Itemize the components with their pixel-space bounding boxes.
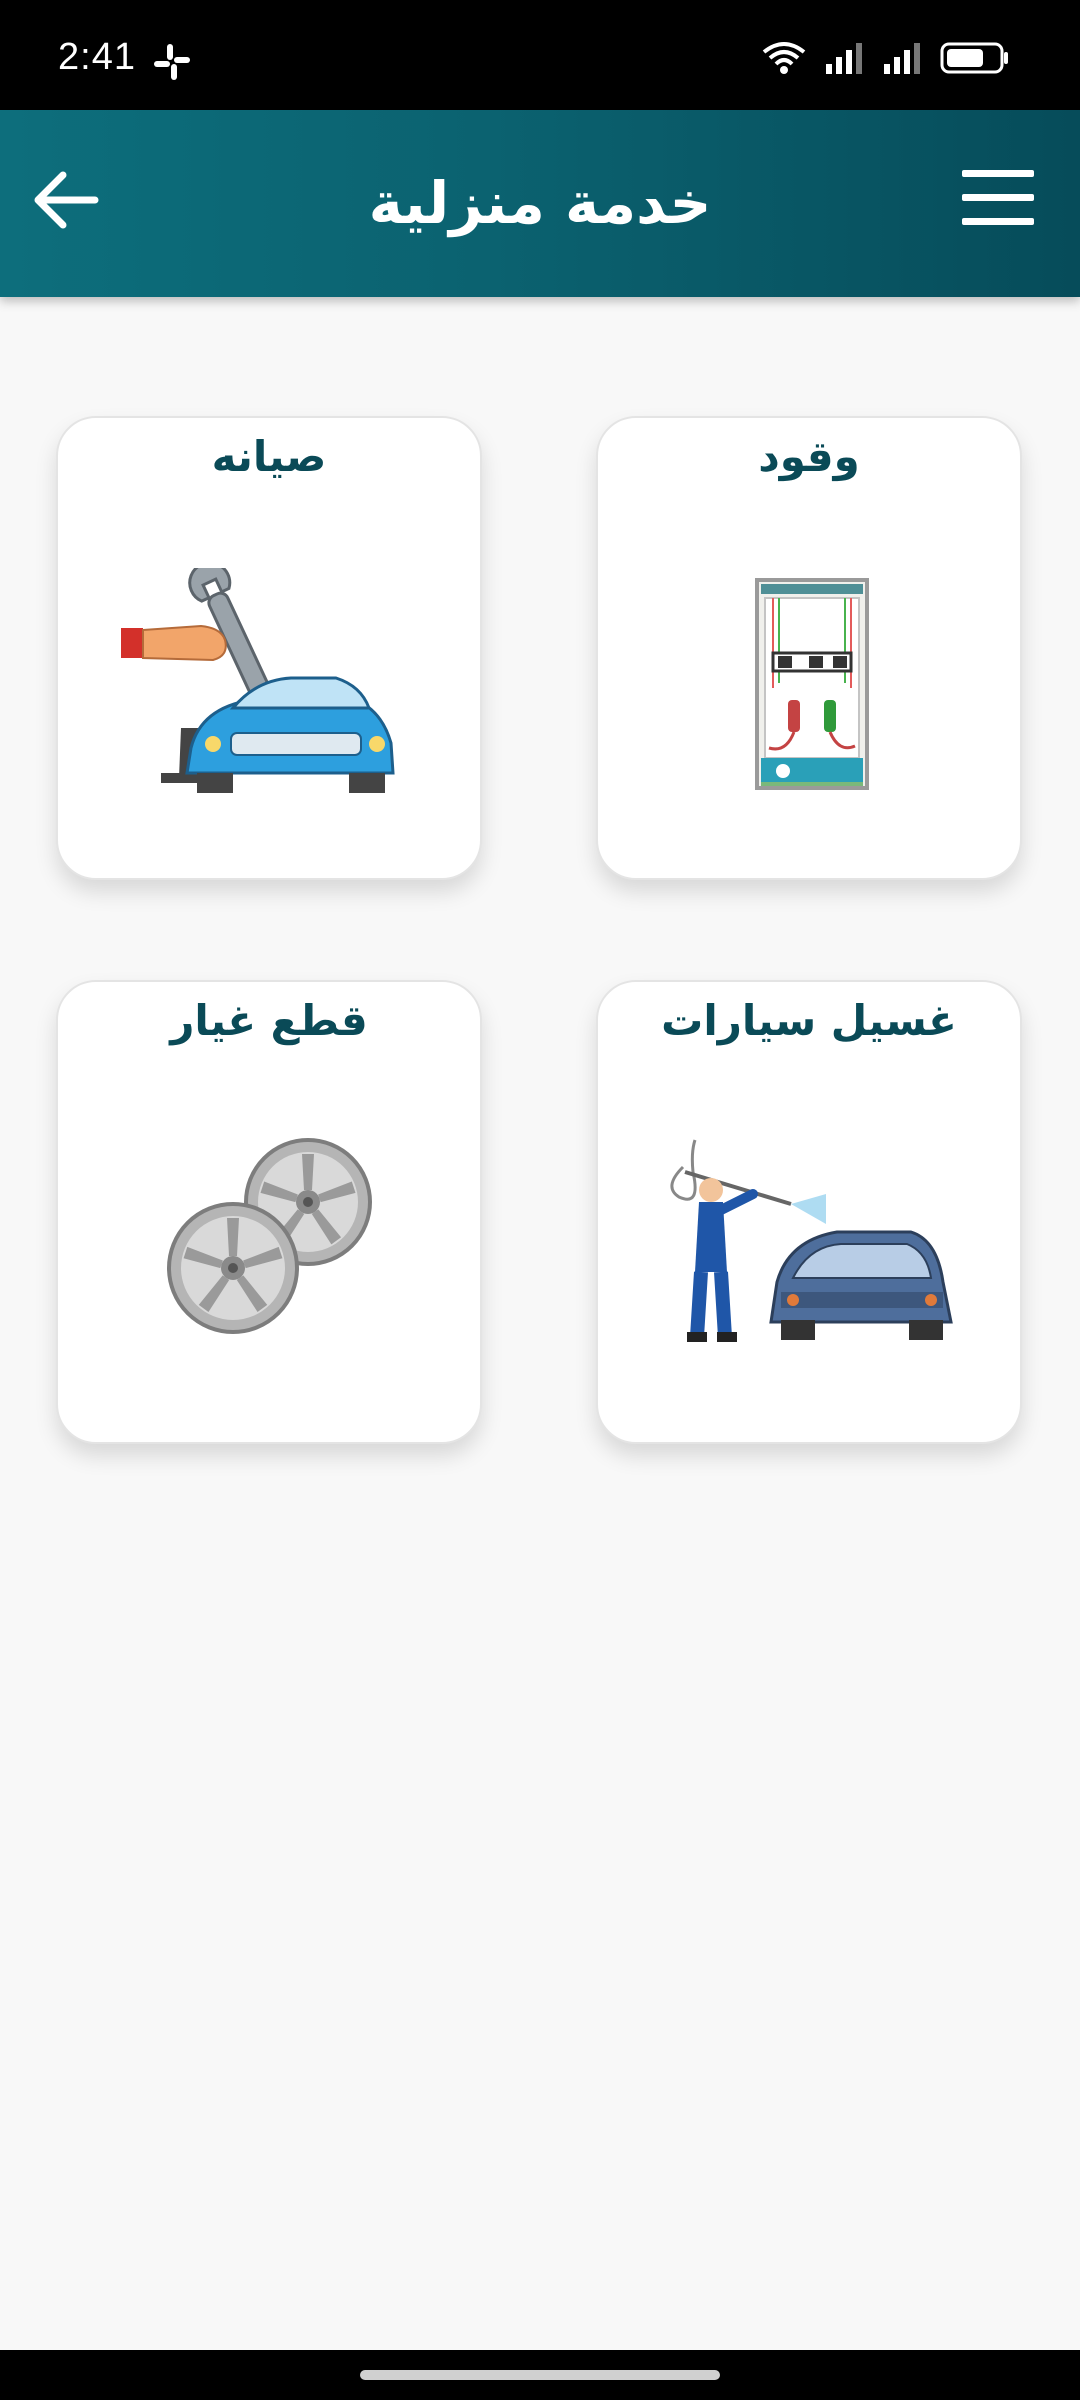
status-time: 2:41: [58, 36, 136, 78]
wheel-rims-icon: [167, 1138, 372, 1334]
card-title: صيانه: [211, 432, 327, 481]
card-title: غسيل سيارات: [661, 996, 957, 1045]
card-title: وقود: [758, 432, 860, 481]
fuel-pump-icon: [755, 578, 869, 790]
wifi-icon: [762, 42, 806, 74]
status-icons: [762, 40, 1010, 76]
service-card-car-wash[interactable]: غسيل سيارات: [596, 980, 1022, 1444]
service-card-spare-parts[interactable]: قطع غيار: [56, 980, 482, 1444]
signal-icon: [826, 43, 862, 74]
car-maintenance-icon: [121, 568, 395, 793]
menu-button[interactable]: [962, 170, 1038, 230]
back-button[interactable]: [26, 160, 106, 240]
service-card-maintenance[interactable]: صيانه: [56, 416, 482, 880]
home-indicator-bar: [0, 2350, 1080, 2400]
page-title: خدمة منزلية: [368, 169, 712, 237]
signal-icon: [884, 43, 920, 74]
service-card-fuel[interactable]: وقود: [596, 416, 1022, 880]
home-gesture-pill[interactable]: [360, 2370, 720, 2380]
app-header: خدمة منزلية: [0, 110, 1080, 297]
arrow-left-icon: [34, 171, 99, 229]
battery-icon: [940, 42, 1008, 74]
card-title: قطع غيار: [170, 996, 368, 1045]
status-bar: 2:41: [0, 0, 1080, 110]
slack-icon: [154, 44, 190, 80]
hamburger-menu-icon: [962, 170, 1034, 177]
car-wash-icon: [670, 1139, 953, 1342]
